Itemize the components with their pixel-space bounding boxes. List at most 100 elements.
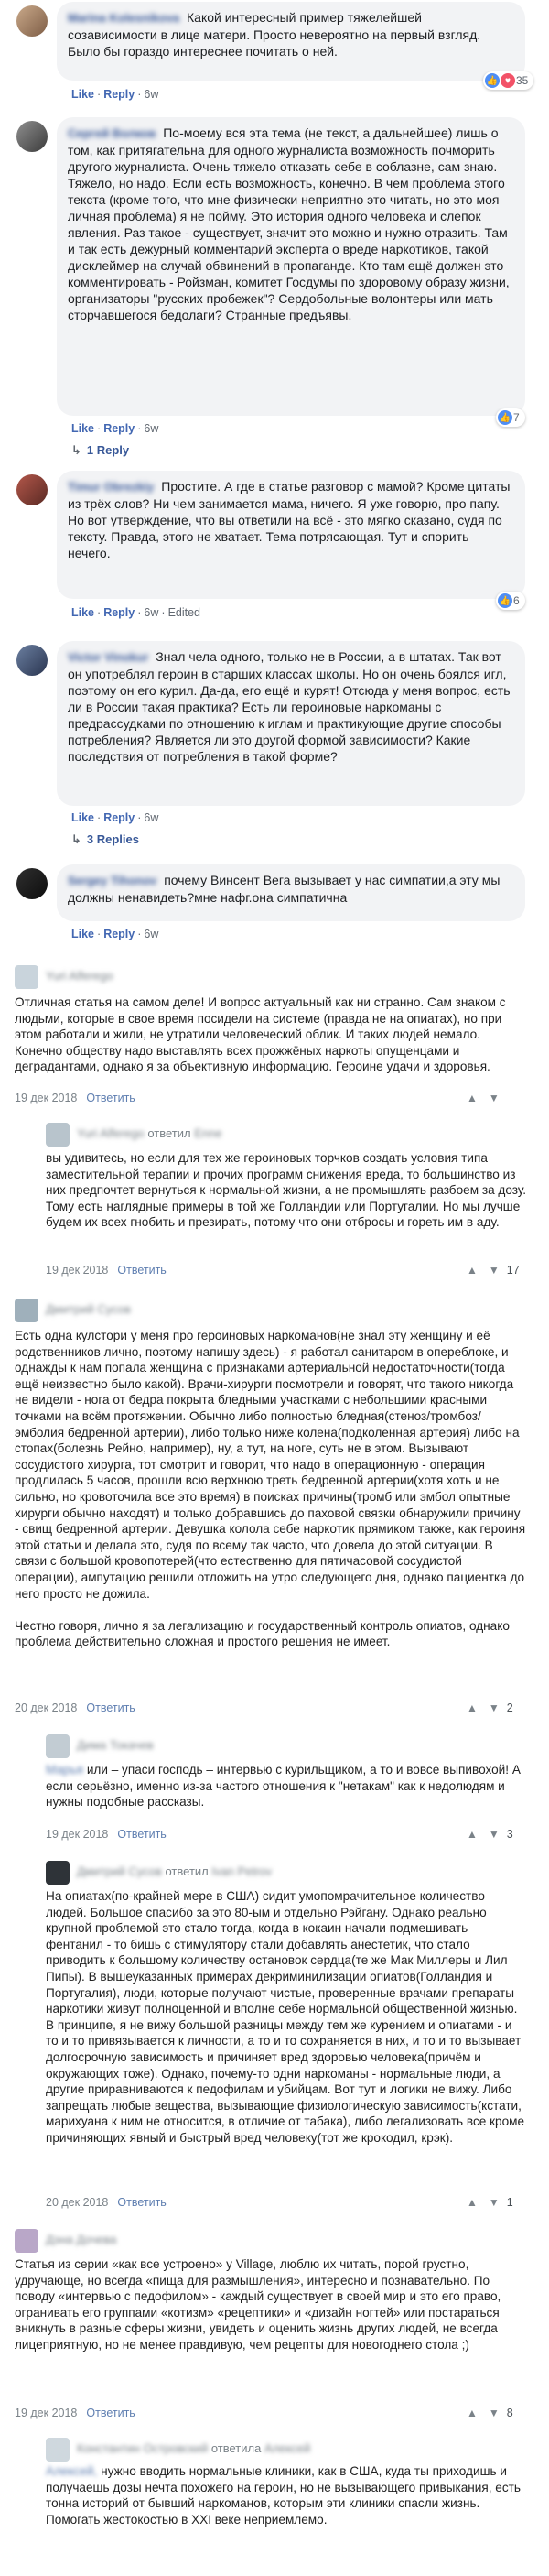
reply-link[interactable]: Reply (103, 422, 135, 435)
avatar[interactable] (16, 868, 48, 899)
downvote-icon[interactable]: ▼ (489, 2196, 500, 2209)
comment-author-line: Дмитрий Сусов ответил Ivan Petrov (77, 1864, 272, 1878)
avatar[interactable] (46, 1123, 70, 1147)
downvote-icon[interactable]: ▼ (489, 1092, 500, 1104)
comment-author[interactable]: Сергей Волков (68, 125, 156, 142)
reply-link[interactable]: Ответить (86, 2407, 135, 2419)
comment-actions: Like · Reply · 6w (71, 422, 159, 435)
comment-author[interactable]: Victor Vinokur (68, 649, 148, 666)
comment-text: По-моему вся эта тема (не текст, а дальн… (68, 125, 510, 322)
upvote-icon[interactable]: ▲ (467, 1264, 478, 1277)
reply-link[interactable]: Ответить (117, 1828, 166, 1841)
comment-actions: Like · Reply · 6w · Edited (71, 606, 201, 619)
upvote-icon[interactable]: ▲ (467, 1828, 478, 1841)
view-replies-link[interactable]: ↳ 1 Reply (71, 443, 129, 458)
downvote-icon[interactable]: ▼ (489, 1701, 500, 1714)
comment-author[interactable]: Дмитрий Сусов (77, 1864, 162, 1878)
reply-to-author[interactable]: Алексей (264, 2441, 310, 2455)
comment-author[interactable]: Yuri Alferego (77, 1126, 145, 1140)
avatar[interactable] (16, 474, 48, 505)
avatar[interactable] (15, 965, 38, 989)
reaction-count[interactable]: 👍 ♥ 35 (483, 71, 534, 90)
comment-author[interactable]: Дмитрий Сусов (46, 1302, 131, 1316)
upvote-icon[interactable]: ▲ (467, 2196, 478, 2209)
comment-date: 19 дек 2018 (15, 1092, 78, 1104)
reply-link[interactable]: Reply (103, 928, 135, 940)
comment-text-block: Марья или – упаси господь – интервью с к… (46, 1762, 527, 1810)
addressee-name[interactable]: Алексей, (46, 2464, 97, 2478)
comment-text: Есть одна кулстори у меня про героиновых… (15, 1329, 526, 1649)
like-link[interactable]: Like (71, 811, 94, 824)
comment-text: На опиатах(по-крайней мере в США) сидит … (46, 1889, 525, 2145)
avatar[interactable] (15, 1299, 38, 1322)
comment-time: 6w (144, 606, 159, 619)
comment-rating: ▲ ▼ 3 (467, 1828, 513, 1841)
comment-author[interactable]: Дэна Дочева (46, 2233, 116, 2246)
heart-reaction-icon: ♥ (501, 73, 515, 88)
like-link[interactable]: Like (71, 928, 94, 940)
avatar[interactable] (16, 121, 48, 152)
downvote-icon[interactable]: ▼ (489, 1264, 500, 1277)
reply-to-author[interactable]: Enne (194, 1126, 221, 1140)
like-link[interactable]: Like (71, 88, 94, 101)
comment-meta: 19 дек 2018 Ответить (46, 1828, 167, 1841)
comment-author[interactable]: Константин Островский (77, 2441, 208, 2455)
comment-rating: ▲ ▼ 2 (467, 1701, 513, 1714)
reply-link[interactable]: Ответить (117, 1264, 166, 1277)
addressee-name[interactable]: Марья (46, 1763, 83, 1777)
comment-bubble: Marina Kolesnikova Какой интересный прим… (57, 2, 525, 81)
comment-actions: Like · Reply · 6w (71, 811, 159, 824)
avatar[interactable] (16, 5, 48, 37)
like-link[interactable]: Like (71, 606, 94, 619)
comment-author[interactable]: Marina Kolesnikova (68, 10, 179, 27)
fb-comment: Sergey Tihonov почему Винсент Вега вызыв… (0, 861, 549, 949)
reaction-count[interactable]: 👍 6 (496, 592, 525, 610)
rating-value: 8 (506, 2407, 513, 2419)
reply-to-author[interactable]: Ivan Petrov (211, 1864, 272, 1878)
upvote-icon[interactable]: ▲ (467, 1092, 478, 1104)
comment-date: 19 дек 2018 (46, 1828, 109, 1841)
comment-meta: 19 дек 2018 Ответить (46, 1264, 167, 1277)
comment-meta: 20 дек 2018 Ответить (15, 1701, 135, 1714)
comment-author-line: Yuri Alferego ответил Enne (77, 1126, 222, 1140)
reply-link[interactable]: Ответить (86, 1092, 135, 1104)
fb-comment: Victor Vinokur Знал чела одного, только … (0, 637, 549, 855)
edited-label[interactable]: Edited (168, 606, 200, 619)
avatar[interactable] (46, 1861, 70, 1885)
comment-meta: 19 дек 2018 Ответить (15, 1092, 135, 1104)
reply-arrow-icon: ↳ (71, 832, 81, 846)
reaction-count[interactable]: 👍 7 (496, 408, 525, 427)
avatar[interactable] (46, 1734, 70, 1758)
comment-text: Знал чела одного, только не в России, а … (68, 649, 511, 764)
reply-to-label: ответила (210, 2441, 262, 2455)
comment-author[interactable]: Sergey Tihonov (68, 873, 156, 889)
avatar[interactable] (16, 645, 48, 676)
avatar[interactable] (46, 2438, 70, 2462)
reply-link[interactable]: Ответить (86, 1701, 135, 1714)
reply-link[interactable]: Reply (103, 88, 135, 101)
comment-author[interactable]: Timur Obrezkiy (68, 479, 154, 495)
upvote-icon[interactable]: ▲ (467, 1701, 478, 1714)
view-replies-link[interactable]: ↳ 3 Replies (71, 832, 139, 847)
comment-meta: 19 дек 2018 Ответить (15, 2407, 135, 2419)
comment-meta: 20 дек 2018 Ответить (46, 2196, 167, 2209)
reply-link[interactable]: Reply (103, 811, 135, 824)
fb-comment: Сергей Волков По-моему вся эта тема (не … (0, 114, 549, 462)
comment-author[interactable]: Yuri Alferego (46, 969, 113, 983)
comment-author-line: Константин Островский ответила Алексей (77, 2441, 310, 2455)
rating-value: 1 (506, 2196, 513, 2209)
comment-time: 6w (144, 811, 159, 824)
downvote-icon[interactable]: ▼ (489, 2407, 500, 2419)
comment-text-block: Алексей, нужно вводить нормальные клиник… (46, 2463, 527, 2527)
comment-text: Статья из серии «как все устроено» у Vil… (15, 2257, 501, 2352)
avatar[interactable] (15, 2229, 38, 2253)
upvote-icon[interactable]: ▲ (467, 2407, 478, 2419)
reply-to-label: ответил (165, 1864, 209, 1878)
reply-link[interactable]: Reply (103, 606, 135, 619)
facebook-comments-section: Marina Kolesnikova Какой интересный прим… (0, 0, 549, 949)
comment-rating: ▲ ▼ 1 (467, 2196, 513, 2209)
like-link[interactable]: Like (71, 422, 94, 435)
comment-author[interactable]: Дима Токачев (77, 1738, 154, 1752)
reply-link[interactable]: Ответить (117, 2196, 166, 2209)
downvote-icon[interactable]: ▼ (489, 1828, 500, 1841)
